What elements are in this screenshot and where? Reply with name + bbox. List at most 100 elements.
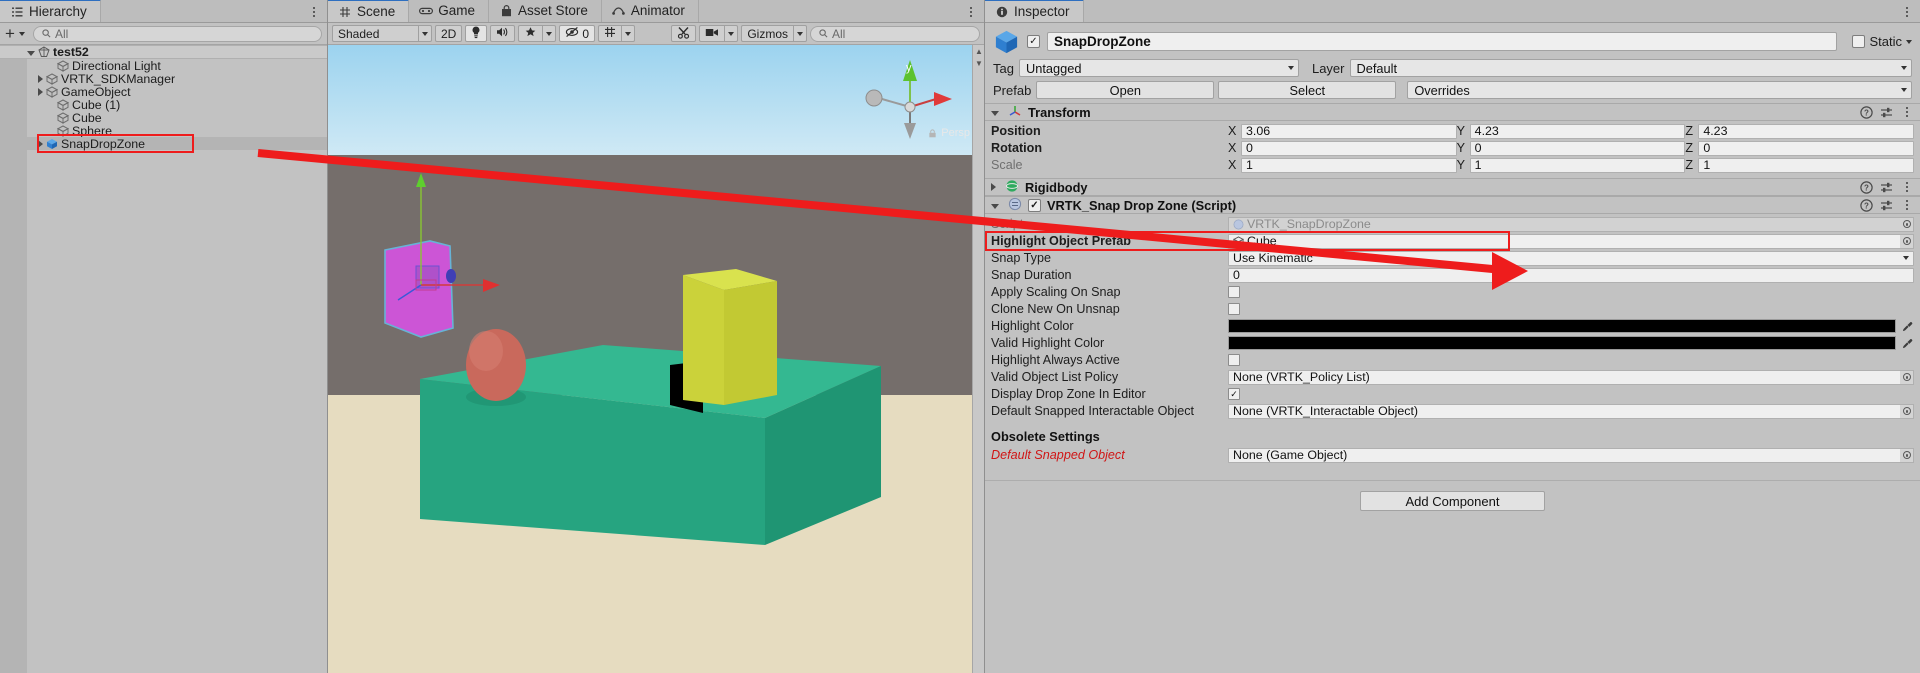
hierarchy-tree[interactable]: test52Directional LightVRTK_SDKManagerGa… — [0, 45, 327, 673]
object-field-script[interactable]: VRTK_SnapDropZone — [1228, 217, 1914, 232]
scroll-up-arrow-icon[interactable]: ▲ — [973, 45, 984, 57]
prefab-select-button[interactable]: Select — [1218, 81, 1396, 99]
create-menu-label[interactable]: + — [5, 27, 15, 41]
object-field-default-snapped-interactable-object[interactable]: None (VRTK_Interactable Object) — [1228, 404, 1914, 419]
object-field-value[interactable]: Cube — [1228, 234, 1900, 249]
scene-vertical-scrollbar[interactable]: ▲ ▼ — [972, 45, 984, 673]
script-enabled-checkbox[interactable]: ✓ — [1028, 199, 1041, 212]
scene-options-kebab[interactable] — [964, 3, 978, 20]
layer-dropdown[interactable]: Default — [1350, 59, 1913, 77]
grid-dropdown[interactable] — [598, 25, 635, 42]
draw-mode-label[interactable]: Shaded — [332, 25, 418, 42]
checkbox-display-drop-zone-in-editor[interactable]: ✓ — [1228, 388, 1240, 400]
scene-camera-button[interactable] — [699, 25, 724, 42]
object-field-value[interactable]: None (VRTK_Interactable Object) — [1228, 404, 1900, 419]
checkbox-clone-new-on-unsnap[interactable] — [1228, 303, 1240, 315]
rigidbody-component-header[interactable]: Rigidbody ? — [985, 178, 1920, 196]
help-icon[interactable]: ? — [1860, 106, 1873, 119]
grid-caret-icon[interactable] — [621, 25, 635, 42]
hierarchy-item-directional-light[interactable]: Directional Light — [0, 59, 327, 72]
object-picker-button[interactable] — [1900, 234, 1914, 249]
tab-game[interactable]: Game — [409, 0, 489, 22]
hierarchy-search-input[interactable]: All — [33, 26, 322, 42]
help-icon[interactable]: ? — [1860, 199, 1873, 212]
draw-mode-dropdown[interactable]: Shaded — [332, 25, 432, 42]
hierarchy-options-kebab[interactable] — [307, 3, 321, 20]
foldout-icon[interactable] — [38, 75, 43, 83]
scene-camera-dropdown[interactable] — [699, 25, 738, 42]
color-swatch-highlight-color[interactable] — [1228, 319, 1896, 333]
hierarchy-item-cube-1[interactable]: Cube (1) — [0, 98, 327, 111]
script-context-kebab[interactable] — [1900, 197, 1914, 214]
transform-rotation-x-input[interactable]: 0 — [1241, 141, 1457, 156]
inspector-options-kebab[interactable] — [1900, 3, 1914, 20]
transform-scale-y-input[interactable]: 1 — [1470, 158, 1686, 173]
eyedropper-icon[interactable] — [1900, 321, 1914, 332]
color-swatch-valid-highlight-color[interactable] — [1228, 336, 1896, 350]
hierarchy-item-snapdropzone[interactable]: SnapDropZone — [0, 137, 327, 150]
transform-rotation-y-input[interactable]: 0 — [1470, 141, 1686, 156]
foldout-icon[interactable] — [38, 140, 43, 148]
foldout-icon[interactable] — [38, 88, 43, 96]
tab-inspector[interactable]: Inspector — [985, 0, 1084, 22]
gizmos-caret-icon[interactable] — [793, 25, 807, 42]
transform-position-y-input[interactable]: 4.23 — [1470, 124, 1686, 139]
hierarchy-item-cube[interactable]: Cube — [0, 111, 327, 124]
hidden-objects-button[interactable]: 0 — [559, 25, 595, 42]
hierarchy-item-test52[interactable]: test52 — [0, 45, 327, 59]
object-field-valid-object-list-policy[interactable]: None (VRTK_Policy List) — [1228, 370, 1914, 385]
tag-dropdown[interactable]: Untagged — [1019, 59, 1299, 77]
preset-icon[interactable] — [1880, 106, 1893, 119]
add-component-button[interactable]: Add Component — [1360, 491, 1545, 511]
tab-animator[interactable]: Animator — [602, 0, 699, 22]
transform-rotation-z-input[interactable]: 0 — [1698, 141, 1914, 156]
foldout-icon[interactable] — [27, 51, 35, 56]
rigidbody-foldout-icon[interactable] — [991, 183, 996, 191]
checkbox-highlight-always-active[interactable] — [1228, 354, 1240, 366]
gizmos-dropdown[interactable]: Gizmos — [741, 25, 807, 42]
transform-context-kebab[interactable] — [1900, 104, 1914, 121]
scene-viewport[interactable]: y Persp ▲ ▼ — [328, 45, 984, 673]
preset-icon[interactable] — [1880, 181, 1893, 194]
hierarchy-item-sphere[interactable]: Sphere — [0, 124, 327, 137]
prefab-overrides-dropdown[interactable]: Overrides — [1407, 81, 1912, 99]
effects-toggle-button[interactable] — [518, 25, 542, 42]
grid-toggle-button[interactable] — [598, 25, 621, 42]
hierarchy-item-gameobject[interactable]: GameObject — [0, 85, 327, 98]
object-field-value[interactable]: None (Game Object) — [1228, 448, 1900, 463]
component-tools-button[interactable] — [671, 25, 696, 42]
scroll-down-arrow-icon[interactable]: ▼ — [973, 57, 984, 69]
scene-search-input[interactable]: All — [810, 26, 980, 42]
transform-scale-z-input[interactable]: 1 — [1698, 158, 1914, 173]
object-name-input[interactable]: SnapDropZone — [1047, 32, 1837, 51]
help-icon[interactable]: ? — [1860, 181, 1873, 194]
effects-dropdown[interactable] — [518, 25, 556, 42]
script-component-header[interactable]: ✓ VRTK_Snap Drop Zone (Script) ? — [985, 196, 1920, 214]
gizmos-button[interactable]: Gizmos — [741, 25, 793, 42]
object-enabled-checkbox[interactable]: ✓ — [1027, 35, 1040, 48]
tab-hierarchy[interactable]: Hierarchy — [0, 0, 101, 22]
scene-camera-caret-icon[interactable] — [724, 25, 738, 42]
object-picker-button[interactable] — [1900, 404, 1914, 419]
toggle-2d-button[interactable]: 2D — [435, 25, 462, 42]
object-picker-button[interactable] — [1900, 370, 1914, 385]
scene-persp-label-wrap[interactable]: Persp — [928, 127, 970, 139]
static-dropdown-caret-icon[interactable] — [1906, 40, 1912, 44]
lighting-toggle-button[interactable] — [465, 25, 487, 42]
checkbox-apply-scaling-on-snap[interactable] — [1228, 286, 1240, 298]
audio-toggle-button[interactable] — [490, 25, 515, 42]
dropdown-snap-type[interactable]: Use Kinematic — [1228, 251, 1914, 266]
object-field-default-snapped-object[interactable]: None (Game Object) — [1228, 448, 1914, 463]
transform-scale-x-input[interactable]: 1 — [1241, 158, 1457, 173]
static-toggle-group[interactable]: Static — [1852, 34, 1912, 49]
object-field-value[interactable]: None (VRTK_Policy List) — [1228, 370, 1900, 385]
object-field-highlight-object-prefab[interactable]: Cube — [1228, 234, 1914, 249]
object-picker-button[interactable] — [1900, 448, 1914, 463]
eyedropper-icon[interactable] — [1900, 338, 1914, 349]
static-checkbox[interactable] — [1852, 35, 1865, 48]
transform-position-z-input[interactable]: 4.23 — [1698, 124, 1914, 139]
preset-icon[interactable] — [1880, 199, 1893, 212]
hierarchy-item-vrtk-sdkmanager[interactable]: VRTK_SDKManager — [0, 72, 327, 85]
prefab-open-button[interactable]: Open — [1036, 81, 1214, 99]
rigidbody-context-kebab[interactable] — [1900, 179, 1914, 196]
